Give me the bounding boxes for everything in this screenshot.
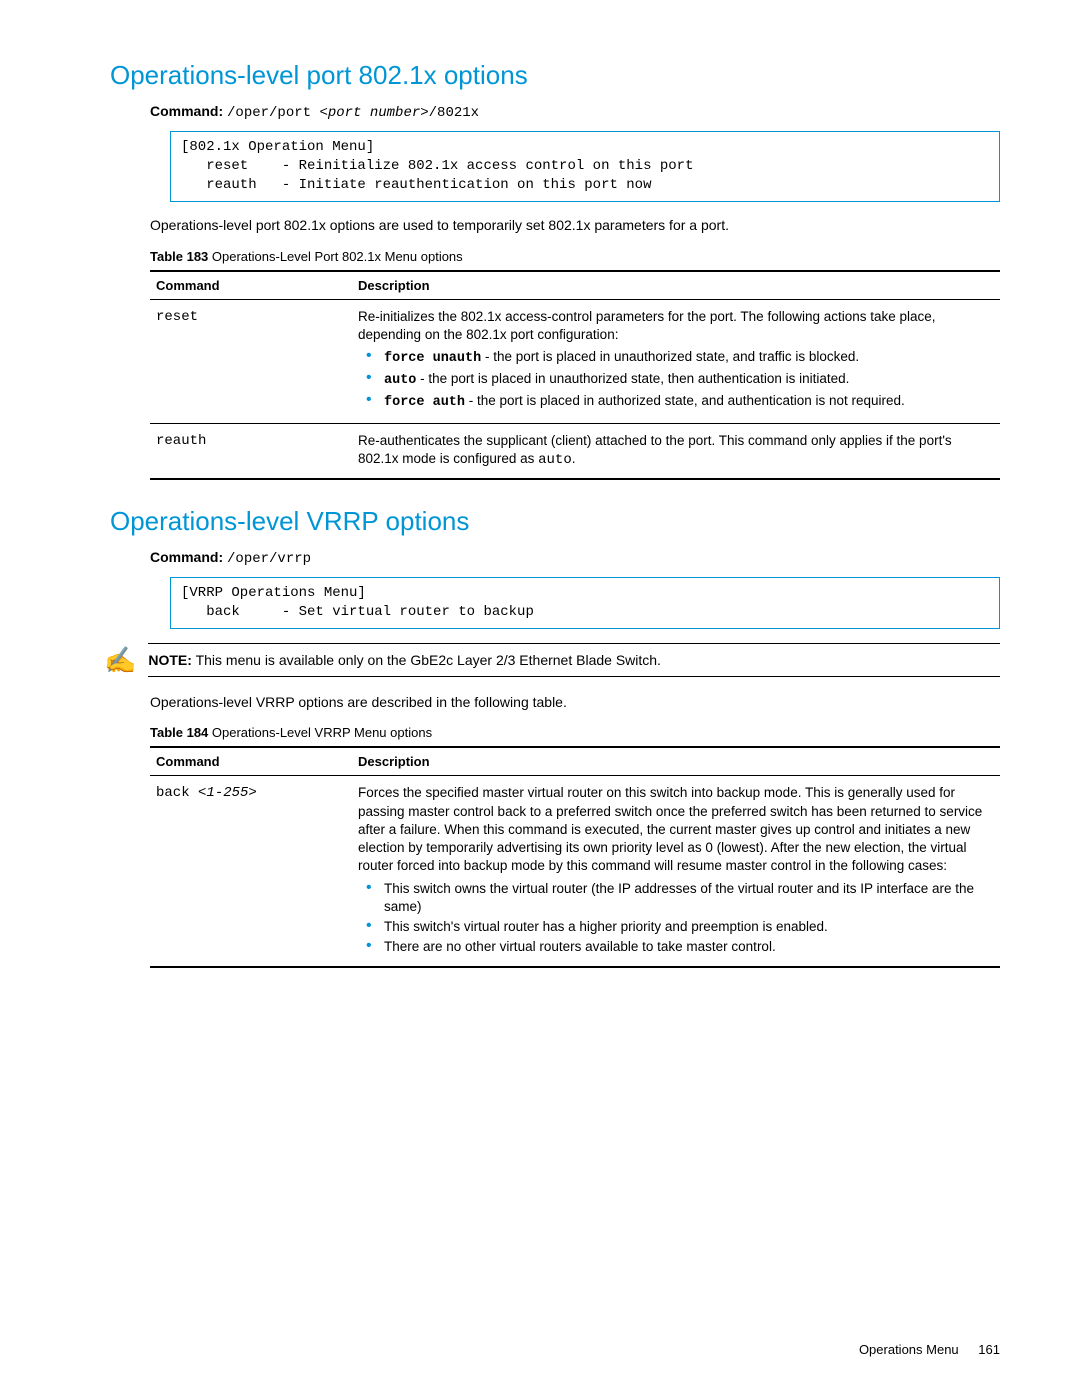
intro-paragraph: Operations-level port 802.1x options are… <box>150 216 1000 235</box>
th-command: Command <box>150 271 352 300</box>
note-icon: ✍ <box>104 645 136 676</box>
desc-code: auto <box>538 452 572 468</box>
command-text: /oper/vrrp <box>227 551 311 567</box>
options-table: Command Description back <1-255> Forces … <box>150 746 1000 968</box>
list-item: This switch's virtual router has a highe… <box>380 918 994 936</box>
cmd-text: back <box>156 785 198 801</box>
table-row: reset Re-initializes the 802.1x access-c… <box>150 299 1000 423</box>
command-line: Command: /oper/vrrp <box>150 549 1000 567</box>
table-title: Operations-Level Port 802.1x Menu option… <box>208 249 462 264</box>
list-item: This switch owns the virtual router (the… <box>380 880 994 916</box>
note-block: ✍ NOTE: This menu is available only on t… <box>110 643 1000 677</box>
desc-text-post: . <box>572 451 576 466</box>
table-number: Table 184 <box>150 725 208 740</box>
cell-command: back <1-255> <box>150 776 352 967</box>
desc-text: Re-initializes the 802.1x access-control… <box>358 309 936 342</box>
section-heading: Operations-level VRRP options <box>110 506 1000 537</box>
cmd-param: <1-255> <box>198 785 257 801</box>
table-caption: Table 184 Operations-Level VRRP Menu opt… <box>150 725 1000 740</box>
list-item: auto - the port is placed in unauthorize… <box>380 370 994 390</box>
desc-text: Forces the specified master virtual rout… <box>358 785 982 873</box>
table-title: Operations-Level VRRP Menu options <box>208 725 432 740</box>
bullet-list: This switch owns the virtual router (the… <box>358 880 994 957</box>
table-number: Table 183 <box>150 249 208 264</box>
command-label: Command: <box>150 103 223 119</box>
note-label: NOTE: <box>148 652 192 668</box>
command-line: Command: /oper/port <port number>/8021x <box>150 103 1000 121</box>
cell-description: Re-initializes the 802.1x access-control… <box>352 299 1000 423</box>
note-text: This menu is available only on the GbE2c… <box>192 652 661 668</box>
bullet-list: force unauth - the port is placed in una… <box>358 348 994 413</box>
intro-paragraph: Operations-level VRRP options are descri… <box>150 693 1000 712</box>
th-description: Description <box>352 271 1000 300</box>
cell-command: reset <box>150 299 352 423</box>
list-item: force auth - the port is placed in autho… <box>380 392 994 412</box>
desc-text-pre: Re-authenticates the supplicant (client)… <box>358 433 952 466</box>
command-prefix: /oper/port <box>227 105 319 121</box>
page-number: 161 <box>978 1342 1000 1357</box>
note-content: NOTE: This menu is available only on the… <box>148 643 1000 677</box>
command-suffix: /8021x <box>429 105 479 121</box>
code-output-box: [VRRP Operations Menu] back - Set virtua… <box>170 577 1000 629</box>
command-param: <port number> <box>319 105 428 121</box>
cell-description: Forces the specified master virtual rout… <box>352 776 1000 967</box>
th-description: Description <box>352 747 1000 776</box>
command-label: Command: <box>150 549 223 565</box>
th-command: Command <box>150 747 352 776</box>
footer-text: Operations Menu <box>859 1342 959 1357</box>
code-output-box: [802.1x Operation Menu] reset - Reinitia… <box>170 131 1000 202</box>
cell-description: Re-authenticates the supplicant (client)… <box>352 423 1000 479</box>
list-item: There are no other virtual routers avail… <box>380 938 994 956</box>
list-item: force unauth - the port is placed in una… <box>380 348 994 368</box>
table-row: reauth Re-authenticates the supplicant (… <box>150 423 1000 479</box>
table-row: back <1-255> Forces the specified master… <box>150 776 1000 967</box>
section-heading: Operations-level port 802.1x options <box>110 60 1000 91</box>
cell-command: reauth <box>150 423 352 479</box>
table-caption: Table 183 Operations-Level Port 802.1x M… <box>150 249 1000 264</box>
options-table: Command Description reset Re-initializes… <box>150 270 1000 480</box>
page-footer: Operations Menu 161 <box>859 1342 1000 1357</box>
